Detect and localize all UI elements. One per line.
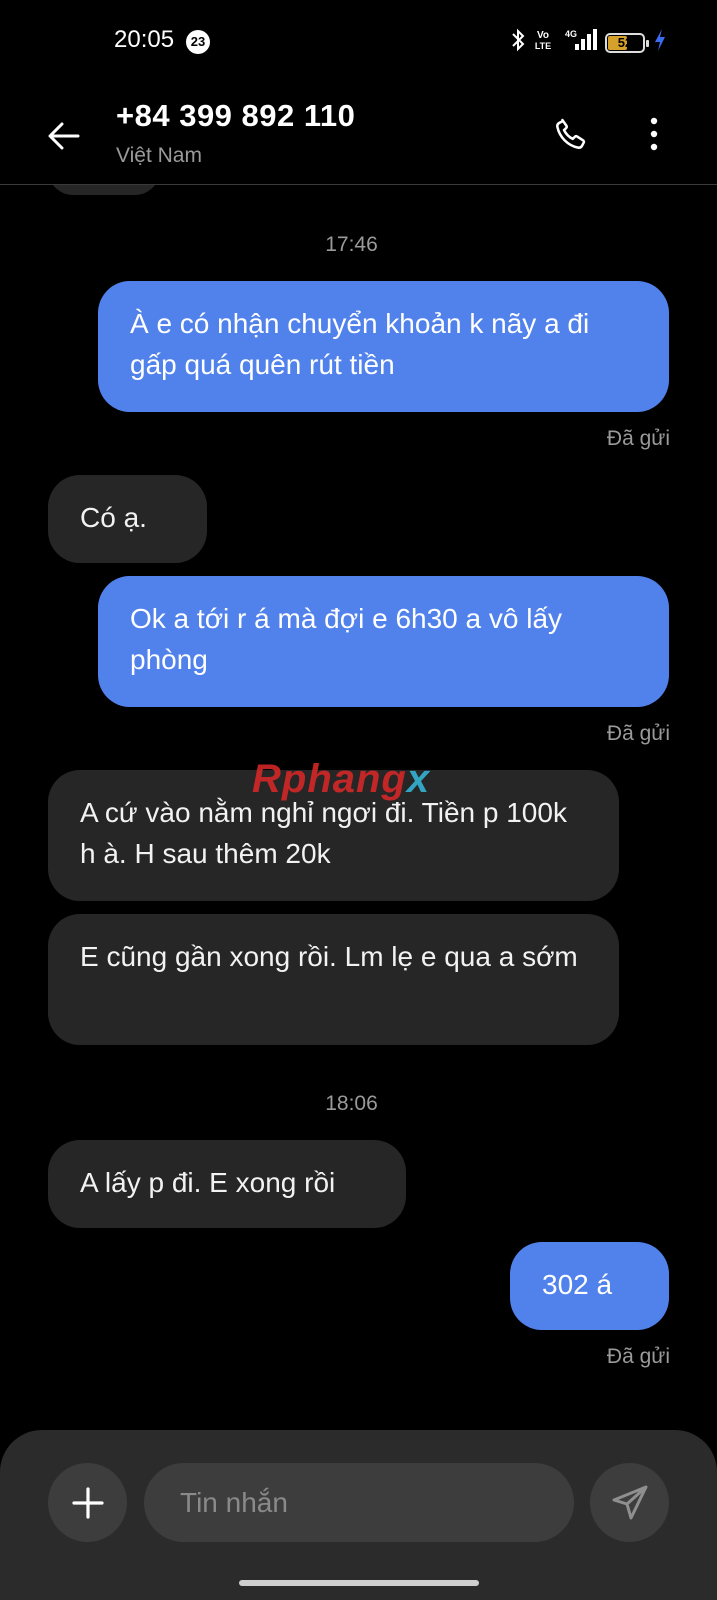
svg-text:4G: 4G [565, 29, 577, 39]
more-vert-icon [650, 117, 658, 151]
timestamp: 17:46 [325, 233, 378, 256]
4g-signal-icon: 4G [561, 28, 597, 57]
message-bubble-incoming[interactable]: Có ạ. [48, 475, 207, 563]
battery-icon: 52 [605, 32, 649, 53]
sent-status: Đã gửi [606, 427, 670, 450]
message-bubble-incoming[interactable]: A lấy p đi. E xong rồi [48, 1140, 406, 1228]
call-button[interactable] [547, 110, 595, 158]
contact-number: +84 399 892 110 [116, 98, 356, 133]
message-bubble-incoming[interactable]: E cũng gần xong rồi. Lm lẹ e qua a sớm [48, 914, 619, 1045]
send-icon [612, 1485, 647, 1519]
plus-icon [71, 1486, 104, 1519]
sent-status: Đã gửi [606, 722, 670, 745]
send-button[interactable] [590, 1463, 669, 1542]
sent-status: Đã gửi [606, 1345, 670, 1368]
message-list[interactable]: 17:46 À e có nhận chuyển khoản k nãy a đ… [0, 185, 717, 1430]
status-time: 20:05 [114, 26, 175, 53]
svg-text:LTE: LTE [535, 41, 551, 51]
conversation-header: +84 399 892 110 Việt Nam [0, 84, 717, 185]
svg-text:Vo: Vo [537, 30, 549, 41]
battery-level: 52 [617, 35, 633, 50]
notification-count-badge: 23 [186, 30, 210, 54]
message-text: Ok a tới r á mà đợi e 6h30 a vô lấy phòn… [130, 603, 563, 675]
message-composer [0, 1430, 717, 1600]
message-text: A cứ vào nằm nghỉ ngơi đi. Tiền p 100k h… [80, 797, 567, 869]
contact-country: Việt Nam [116, 144, 202, 167]
message-bubble-outgoing[interactable]: 302 á [510, 1242, 669, 1330]
message-text: Có ạ. [80, 502, 147, 533]
message-text: À e có nhận chuyển khoản k nãy a đi gấp … [130, 308, 590, 380]
message-input[interactable] [144, 1463, 574, 1542]
volte-icon: Vo LTE [533, 28, 553, 57]
more-options-button[interactable] [634, 110, 674, 158]
message-bubble-partial [48, 185, 160, 195]
status-bar: 20:05 23 Vo LTE 4G 52 [0, 0, 717, 84]
message-bubble-outgoing[interactable]: À e có nhận chuyển khoản k nãy a đi gấp … [98, 281, 669, 412]
message-bubble-incoming[interactable]: A cứ vào nằm nghỉ ngơi đi. Tiền p 100k h… [48, 770, 619, 901]
messaging-screen: 20:05 23 Vo LTE 4G 52 +84 399 892 110 Vi… [0, 0, 717, 1600]
bluetooth-icon [511, 28, 525, 57]
navigation-handle[interactable] [239, 1580, 479, 1586]
message-text: 302 á [542, 1269, 613, 1300]
charging-icon [653, 28, 667, 57]
message-text: A lấy p đi. E xong rồi [80, 1167, 336, 1198]
message-bubble-outgoing[interactable]: Ok a tới r á mà đợi e 6h30 a vô lấy phòn… [98, 576, 669, 707]
back-arrow-icon [48, 122, 80, 150]
back-button[interactable] [40, 112, 88, 160]
add-attachment-button[interactable] [48, 1463, 127, 1542]
timestamp: 18:06 [325, 1092, 378, 1115]
message-text: E cũng gần xong rồi. Lm lẹ e qua a sớm [80, 941, 578, 972]
phone-icon [556, 118, 586, 149]
status-icons: Vo LTE 4G 52 [511, 28, 667, 57]
